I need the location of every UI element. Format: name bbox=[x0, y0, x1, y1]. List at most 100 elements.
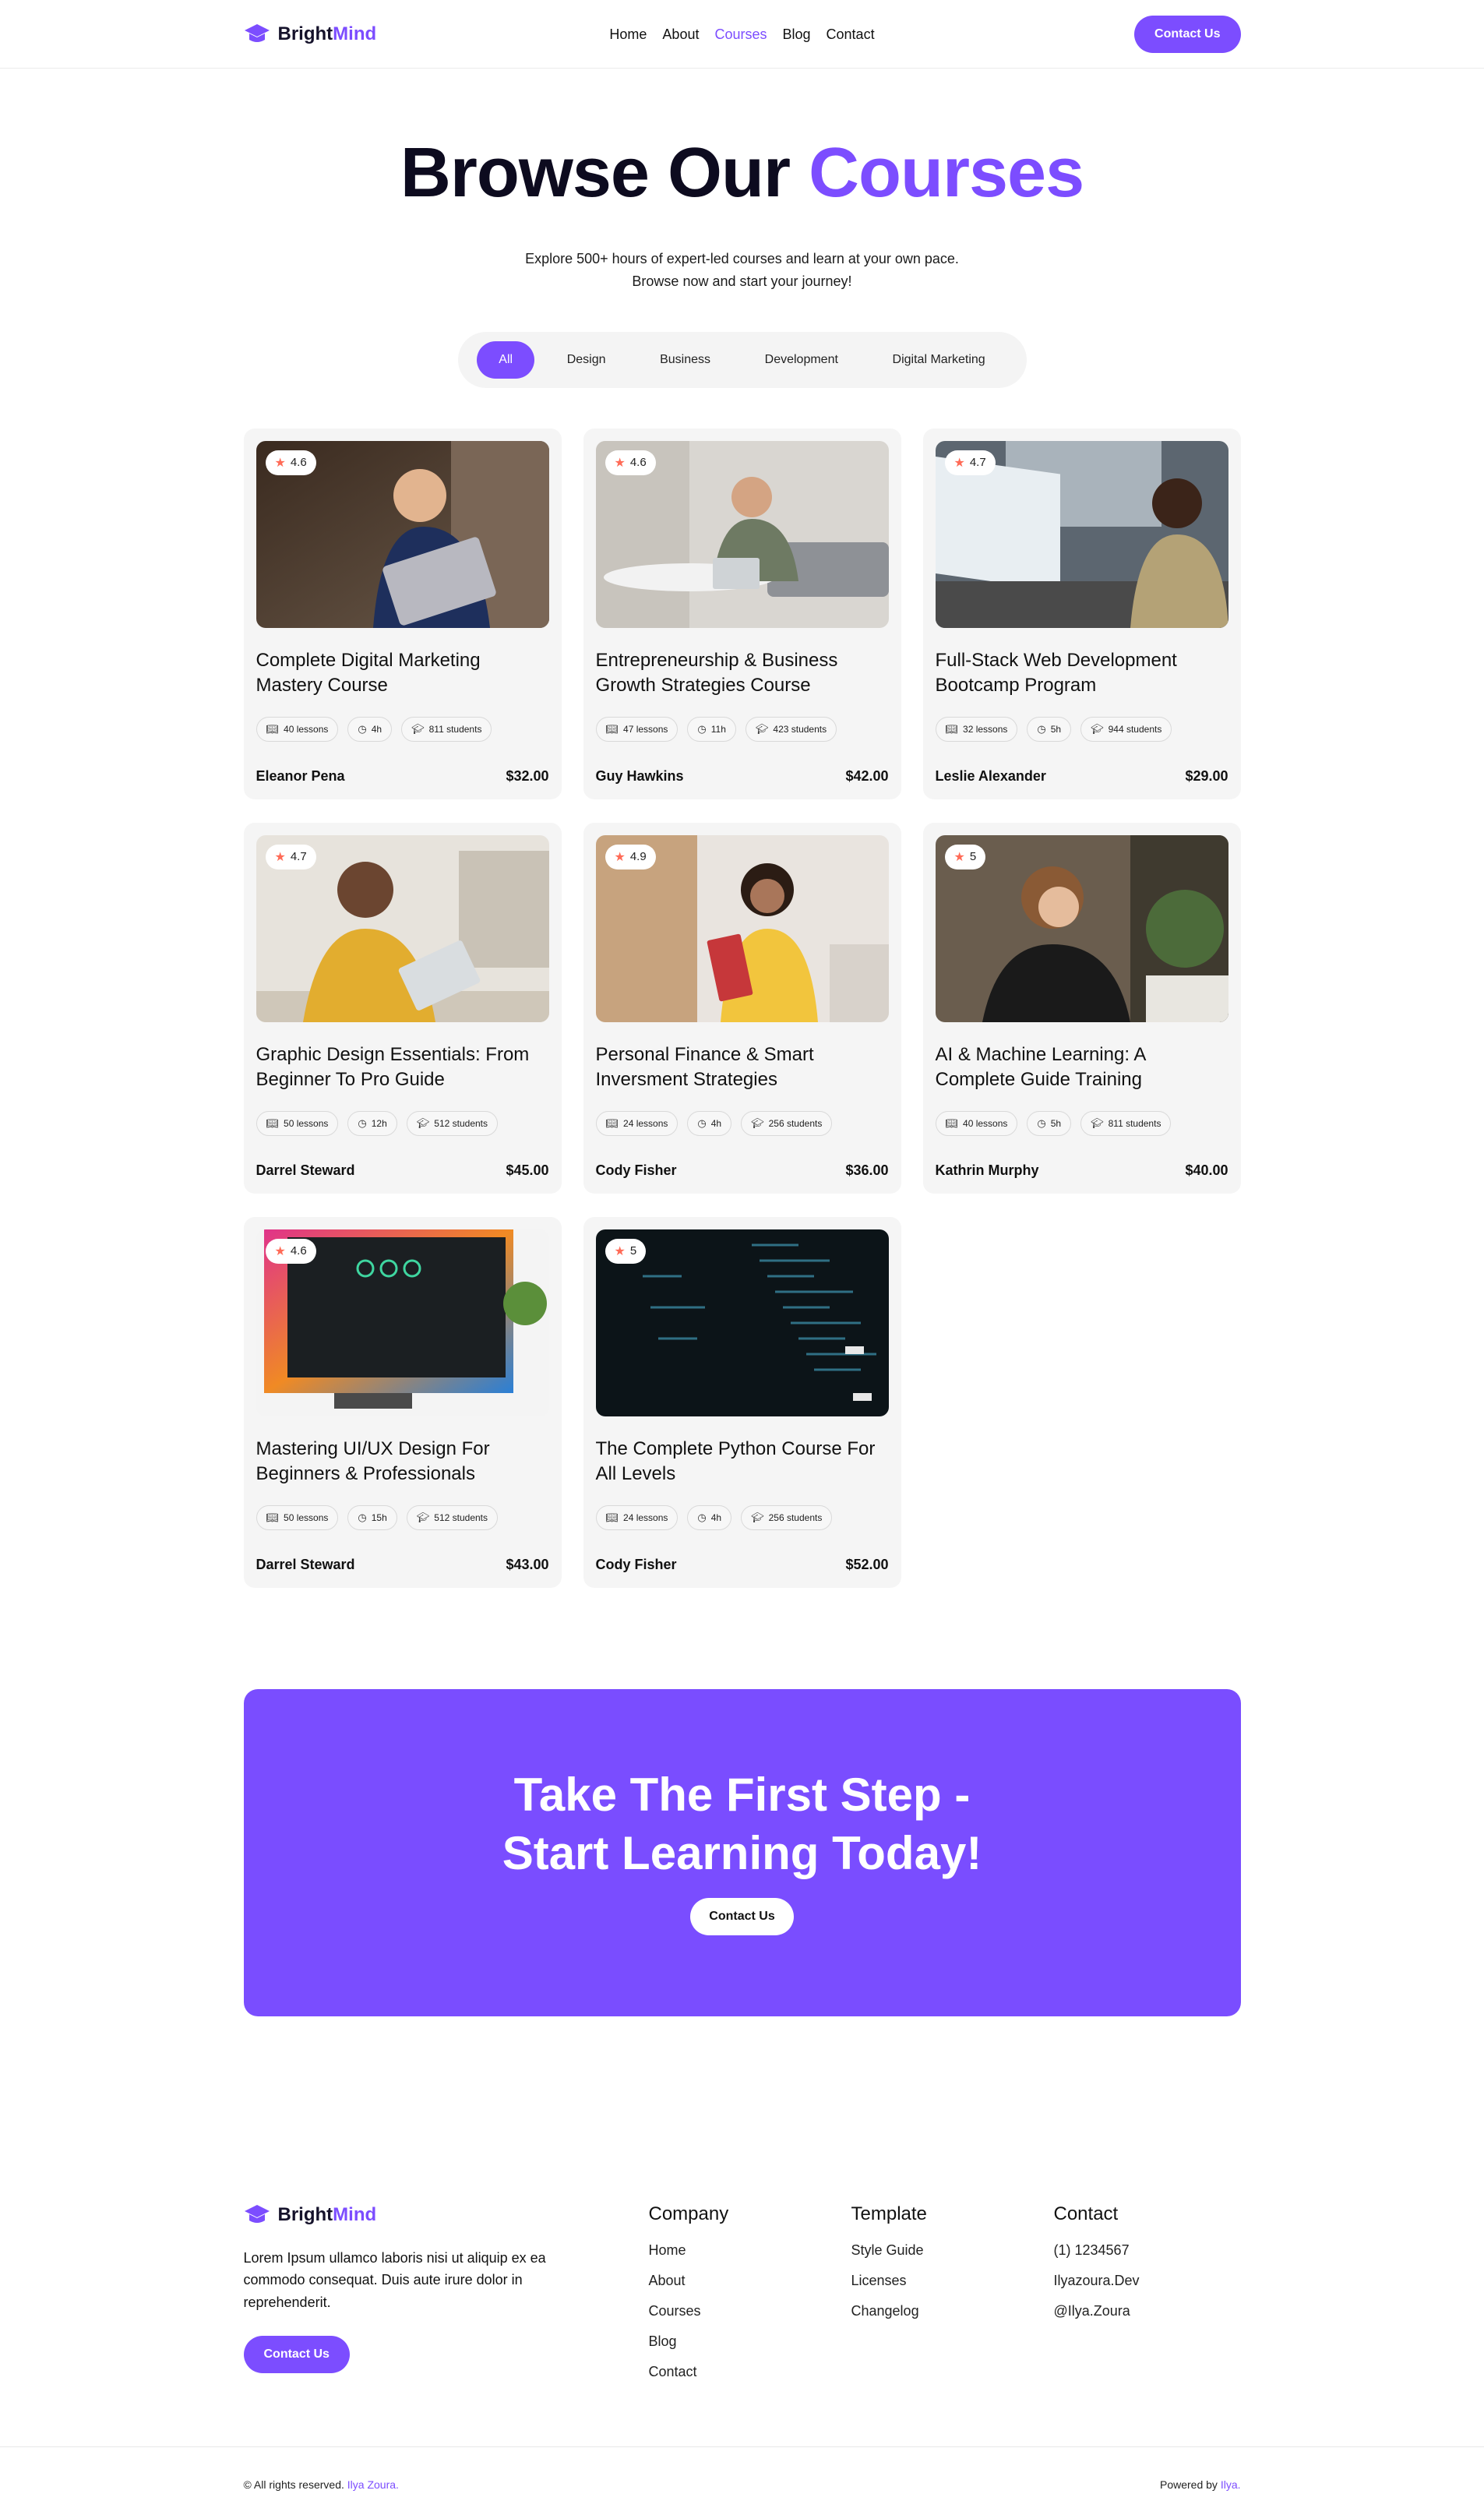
page-title: Browse Our Courses bbox=[0, 135, 1484, 212]
footer-description: Lorem Ipsum ullamco laboris nisi ut aliq… bbox=[243, 2249, 546, 2311]
star-icon: ★ bbox=[614, 1244, 626, 1258]
book-icon: 📖︎ bbox=[266, 722, 280, 735]
footer-link-home[interactable]: Home bbox=[649, 2242, 729, 2259]
cta-contact-button[interactable]: Contact Us bbox=[690, 1897, 794, 1935]
footer-link-licenses[interactable]: Licenses bbox=[851, 2273, 927, 2289]
course-title[interactable]: AI & Machine Learning: A Complete Guide … bbox=[936, 1042, 1228, 1094]
course-title[interactable]: Complete Digital Marketing Mastery Cours… bbox=[256, 648, 549, 700]
footer-link-courses[interactable]: Courses bbox=[649, 2303, 729, 2319]
students-badge: 🎓︎ 423 students bbox=[745, 716, 837, 742]
students-count: 256 students bbox=[768, 1511, 823, 1523]
course-price: $32.00 bbox=[506, 767, 549, 784]
instructor-name: Guy Hawkins bbox=[595, 767, 684, 784]
lessons-badge: 📖︎ 24 lessons bbox=[595, 1504, 679, 1530]
rating-badge: ★ 5 bbox=[605, 1238, 647, 1264]
nav-blog[interactable]: Blog bbox=[783, 26, 811, 43]
site-footer: Bright Mind Lorem Ipsum ullamco laboris n… bbox=[243, 2203, 1241, 2460]
book-icon: 📖︎ bbox=[266, 1511, 280, 1523]
course-title[interactable]: Entrepreneurship & Business Growth Strat… bbox=[596, 648, 889, 700]
page-title-accent: Courses bbox=[809, 134, 1084, 212]
course-meta: 📖︎ 40 lessons ◷ 4h 🎓︎ 811 students bbox=[256, 716, 549, 742]
duration-badge: ◷ 11h bbox=[687, 716, 736, 742]
course-title[interactable]: Personal Finance & Smart Inversment Stra… bbox=[596, 1042, 889, 1094]
graduation-cap-icon: 🎓︎ bbox=[416, 1511, 430, 1523]
course-title[interactable]: The Complete Python Course For All Level… bbox=[596, 1437, 889, 1488]
footer-link-changelog[interactable]: Changelog bbox=[851, 2303, 927, 2319]
duration-value: 5h bbox=[1050, 1117, 1062, 1129]
book-icon: 📖︎ bbox=[266, 1116, 280, 1129]
copyright-author-link[interactable]: Ilya Zoura. bbox=[347, 2478, 399, 2491]
course-card[interactable]: ★ 4.7 Full-Stack Web Development Bootcamp… bbox=[922, 428, 1241, 799]
filter-development[interactable]: Development bbox=[743, 341, 860, 379]
course-card[interactable]: ★ 5 AI & Machine Learning: A Complete Gui… bbox=[922, 822, 1241, 1194]
man-with-tablet-photo: ★ 4.6 bbox=[595, 440, 889, 628]
course-title[interactable]: Mastering UI/UX Design For Beginners & P… bbox=[256, 1437, 549, 1488]
rating-value: 5 bbox=[969, 850, 977, 864]
lessons-badge: 📖︎ 50 lessons bbox=[256, 1110, 339, 1136]
footer-link-style-guide[interactable]: Style Guide bbox=[851, 2242, 927, 2259]
woman-with-books-photo: ★ 4.9 bbox=[595, 834, 889, 1022]
course-card[interactable]: ★ 4.6 Entrepreneurship & Business Growth … bbox=[583, 428, 901, 799]
rating-badge: ★ 4.7 bbox=[944, 450, 996, 475]
footer-link-about[interactable]: About bbox=[649, 2273, 729, 2289]
lessons-badge: 📖︎ 32 lessons bbox=[935, 716, 1018, 742]
nav-about[interactable]: About bbox=[662, 26, 699, 43]
course-meta: 📖︎ 50 lessons ◷ 15h 🎓︎ 512 students bbox=[256, 1504, 549, 1530]
duration-value: 4h bbox=[710, 1117, 722, 1129]
filter-digital-marketing[interactable]: Digital Marketing bbox=[871, 341, 1007, 379]
woman-thinking-photo: ★ 5 bbox=[935, 834, 1228, 1022]
site-header: Bright Mind Home About Courses Blog Conta… bbox=[0, 0, 1484, 69]
brand-logo[interactable]: Bright Mind bbox=[244, 23, 376, 46]
footer-col-company: Company Home About Courses Blog Contact bbox=[649, 2203, 729, 2394]
footer-website[interactable]: Ilyazoura.Dev bbox=[1054, 2273, 1140, 2289]
students-badge: 🎓︎ 256 students bbox=[741, 1110, 833, 1136]
course-footer: Guy Hawkins $42.00 bbox=[596, 768, 889, 785]
copyright-text: © All rights reserved. bbox=[243, 2478, 344, 2491]
powered-by-text: Powered by bbox=[1159, 2478, 1218, 2491]
instructor-name: Cody Fisher bbox=[595, 1556, 677, 1572]
monitor-ui-photo: ★ 4.6 bbox=[256, 1229, 549, 1416]
footer-logo[interactable]: Bright Mind bbox=[244, 2203, 587, 2227]
nav-contact[interactable]: Contact bbox=[827, 26, 875, 43]
footer-social-handle[interactable]: @Ilya.Zoura bbox=[1054, 2303, 1140, 2319]
instructor-name: Cody Fisher bbox=[595, 1162, 677, 1178]
cta-heading-line1: Take The First Step - bbox=[513, 1768, 971, 1821]
course-title[interactable]: Graphic Design Essentials: From Beginner… bbox=[256, 1042, 549, 1094]
course-title[interactable]: Full-Stack Web Development Bootcamp Prog… bbox=[936, 648, 1228, 700]
duration-badge: ◷ 5h bbox=[1027, 716, 1072, 742]
students-badge: 🎓︎ 512 students bbox=[406, 1504, 498, 1530]
category-filter: All Design Business Development Digital … bbox=[457, 331, 1027, 388]
course-price: $40.00 bbox=[1185, 1162, 1228, 1178]
footer-contact-button[interactable]: Contact Us bbox=[243, 2335, 350, 2373]
course-card[interactable]: ★ 4.9 Personal Finance & Smart Inversment… bbox=[583, 822, 901, 1194]
clock-icon: ◷ bbox=[697, 1116, 707, 1129]
lessons-badge: 📖︎ 24 lessons bbox=[595, 1110, 679, 1136]
nav-home[interactable]: Home bbox=[609, 26, 647, 43]
brand-name-part1: Bright bbox=[277, 23, 333, 44]
course-card[interactable]: ★ 4.6 Complete Digital Marketing Mastery … bbox=[243, 428, 562, 799]
book-icon: 📖︎ bbox=[605, 1116, 619, 1129]
copyright: © All rights reserved. Ilya Zoura. bbox=[244, 2478, 399, 2491]
filter-business[interactable]: Business bbox=[638, 341, 732, 379]
header-contact-button[interactable]: Contact Us bbox=[1134, 16, 1241, 53]
course-card[interactable]: ★ 5 The Complete Python Course For All Le… bbox=[583, 1216, 901, 1588]
course-card[interactable]: ★ 4.6 Mastering UI/UX Design For Beginner… bbox=[243, 1216, 562, 1588]
footer-link-blog[interactable]: Blog bbox=[649, 2333, 729, 2350]
footer-link-contact[interactable]: Contact bbox=[649, 2364, 729, 2380]
graduation-cap-icon: 🎓︎ bbox=[416, 1116, 430, 1129]
filter-design[interactable]: Design bbox=[545, 341, 628, 379]
course-card[interactable]: ★ 4.7 Graphic Design Essentials: From Beg… bbox=[243, 822, 562, 1194]
powered-by-author-link[interactable]: Ilya. bbox=[1221, 2478, 1241, 2491]
lessons-count: 50 lessons bbox=[284, 1511, 329, 1523]
course-price: $43.00 bbox=[506, 1556, 549, 1572]
filter-all[interactable]: All bbox=[477, 340, 535, 379]
duration-value: 12h bbox=[371, 1117, 387, 1129]
footer-phone[interactable]: (1) 1234567 bbox=[1054, 2242, 1140, 2259]
nav-courses[interactable]: Courses bbox=[714, 26, 767, 43]
duration-badge: ◷ 5h bbox=[1027, 1110, 1072, 1136]
footer-col-title: Company bbox=[648, 2203, 729, 2224]
woman-at-computer-photo: ★ 4.7 bbox=[935, 440, 1228, 628]
star-icon: ★ bbox=[274, 850, 286, 864]
cta-heading: Take The First Step - Start Learning Tod… bbox=[244, 1765, 1241, 1882]
graduation-cap-icon: 🎓︎ bbox=[1091, 722, 1104, 735]
